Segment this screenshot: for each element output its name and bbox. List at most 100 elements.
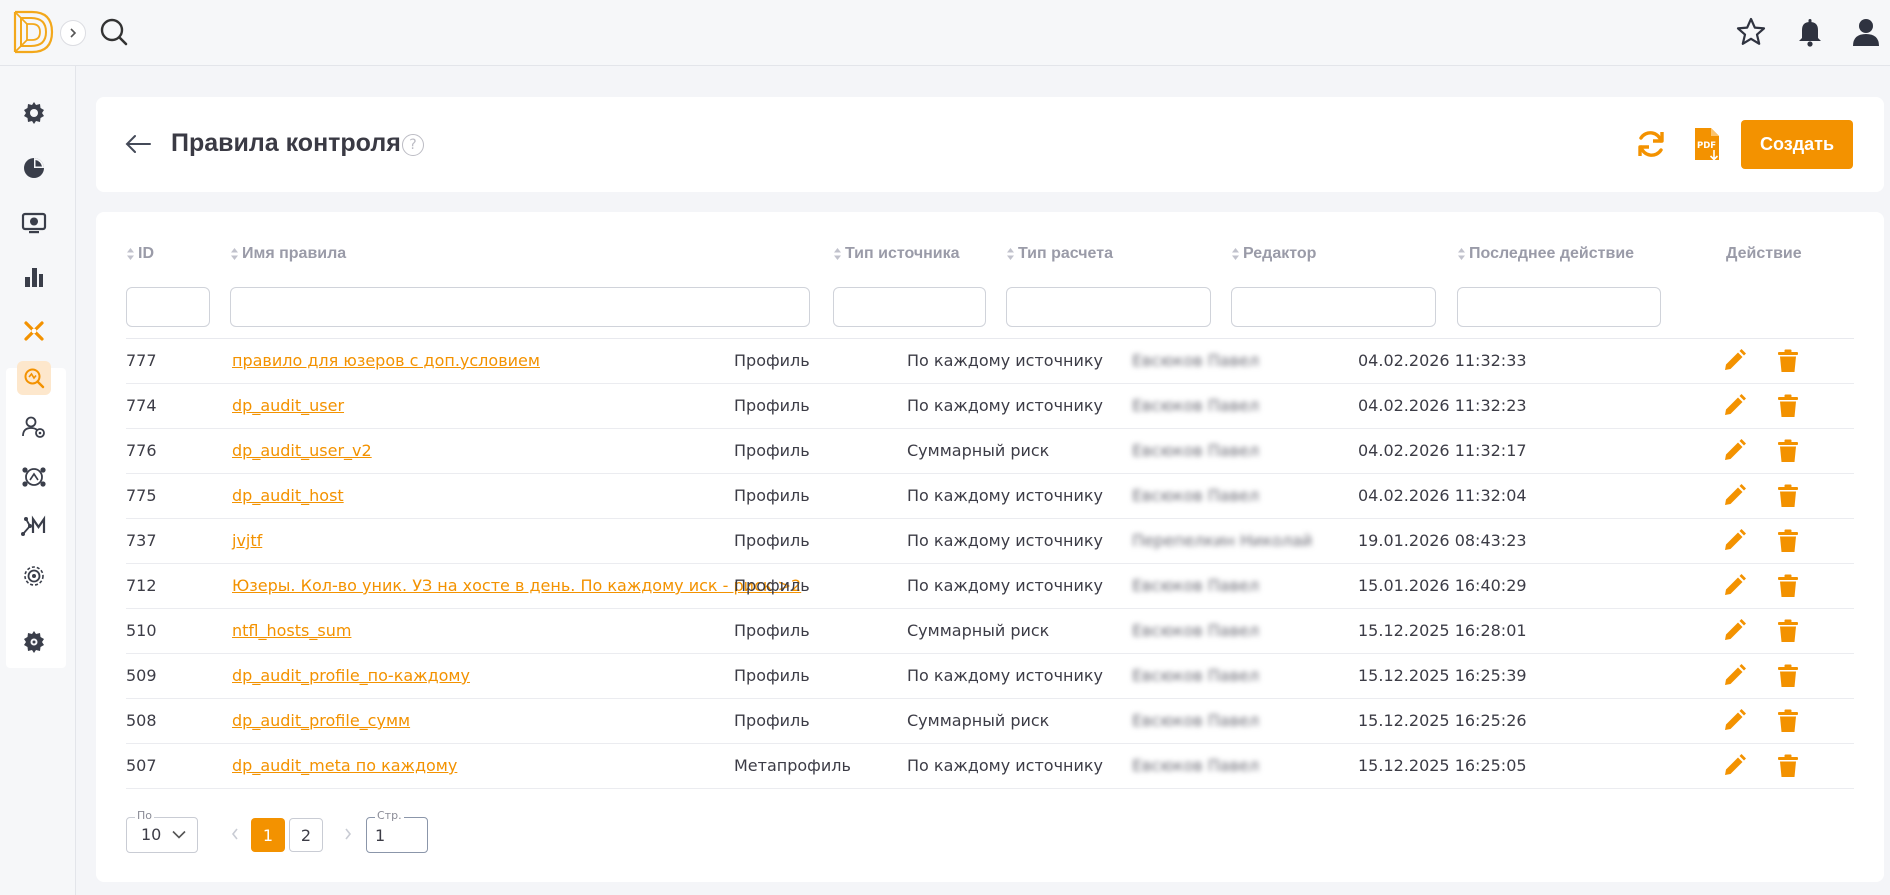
sidebar-toggle-button[interactable]: [60, 20, 86, 46]
sidebar-item-reports[interactable]: [17, 260, 51, 294]
sidebar-item-administration[interactable]: [17, 625, 51, 659]
search-button[interactable]: [98, 16, 130, 48]
user-menu-button[interactable]: [1850, 16, 1882, 48]
delete-button[interactable]: [1775, 528, 1801, 554]
rule-name-link[interactable]: dp_audit_user: [232, 396, 344, 415]
edit-button[interactable]: [1721, 393, 1747, 419]
rule-name-link[interactable]: dp_audit_profile_по-каждому: [232, 666, 470, 685]
notifications-button[interactable]: [1794, 16, 1826, 48]
sidebar-item-rules-section[interactable]: [17, 314, 51, 348]
cell-id: 776: [126, 441, 157, 460]
help-icon[interactable]: ?: [402, 134, 424, 156]
filter-name-input[interactable]: [230, 287, 810, 327]
trash-icon: [1778, 439, 1798, 462]
prev-page-button[interactable]: [230, 826, 240, 846]
cell-source-type: Профиль: [734, 396, 810, 415]
trash-icon: [1778, 664, 1798, 687]
cell-id: 774: [126, 396, 157, 415]
rule-name-link[interactable]: dp_audit_user_v2: [232, 441, 372, 460]
sidebar-item-control-rules[interactable]: [17, 361, 51, 395]
column-header-action: Действие: [1726, 245, 1802, 262]
page-2-button[interactable]: 2: [289, 818, 323, 852]
edit-button[interactable]: [1721, 438, 1747, 464]
edit-button[interactable]: [1721, 663, 1747, 689]
delete-button[interactable]: [1775, 438, 1801, 464]
cell-editor: Евсюков Павел: [1132, 756, 1260, 775]
sidebar-item-settings[interactable]: [17, 96, 51, 130]
filter-last-action-input[interactable]: [1457, 287, 1661, 327]
edit-button[interactable]: [1721, 753, 1747, 779]
page-1-button[interactable]: 1: [251, 818, 285, 852]
delete-button[interactable]: [1775, 753, 1801, 779]
cell-editor: Евсюков Павел: [1132, 711, 1260, 730]
table-row: 507 dp_audit_meta по каждому Метапрофиль По…: [126, 744, 1854, 789]
cell-id: 775: [126, 486, 157, 505]
refresh-button[interactable]: [1634, 127, 1668, 161]
delete-button[interactable]: [1775, 348, 1801, 374]
cell-calc-type: По каждому источнику: [907, 666, 1104, 685]
cell-last-action: 04.02.2026 11:32:23: [1358, 396, 1527, 415]
cell-last-action: 04.02.2026 11:32:17: [1358, 441, 1527, 460]
table-row: 777 правило для юзеров с доп.условием Проф…: [126, 339, 1854, 384]
filter-editor-input[interactable]: [1231, 287, 1436, 327]
sidebar-item-network[interactable]: [17, 460, 51, 494]
chevron-left-icon: [231, 828, 238, 840]
refresh-icon: [1638, 131, 1664, 157]
table-row: 510 ntfl_hosts_sum Профиль Суммарный риск Ев…: [126, 609, 1854, 654]
rule-name-link[interactable]: dp_audit_profile_сумм: [232, 711, 410, 730]
edit-button[interactable]: [1721, 708, 1747, 734]
delete-button[interactable]: [1775, 618, 1801, 644]
column-header-name[interactable]: Имя правила: [230, 245, 346, 263]
sort-icon: [231, 248, 238, 260]
back-button[interactable]: [124, 131, 152, 157]
column-header-source-type[interactable]: Тип источника: [833, 245, 960, 263]
page-title: Правила контроля: [171, 129, 401, 157]
rule-name-link[interactable]: dp_audit_host: [232, 486, 344, 505]
column-header-last-action[interactable]: Последнее действие: [1457, 245, 1634, 263]
pencil-icon: [1725, 574, 1746, 595]
rule-name-link[interactable]: dp_audit_meta по каждому: [232, 756, 457, 775]
cell-editor: Евсюков Павел: [1132, 441, 1260, 460]
next-page-button[interactable]: [343, 826, 353, 846]
favorites-button[interactable]: [1735, 16, 1767, 48]
edit-button[interactable]: [1721, 618, 1747, 644]
create-button[interactable]: Создать: [1741, 120, 1853, 169]
delete-button[interactable]: [1775, 708, 1801, 734]
column-header-editor[interactable]: Редактор: [1231, 245, 1316, 263]
sidebar-item-users[interactable]: [17, 410, 51, 444]
rule-name-link[interactable]: правило для юзеров с доп.условием: [232, 351, 540, 370]
goto-page-input[interactable]: [375, 823, 421, 847]
column-header-label: Тип расчета: [1018, 245, 1113, 262]
table-row: 509 dp_audit_profile_по-каждому Профиль По …: [126, 654, 1854, 699]
filter-calc-type-input[interactable]: [1006, 287, 1211, 327]
column-header-id[interactable]: ID: [126, 245, 154, 263]
delete-button[interactable]: [1775, 663, 1801, 689]
filter-source-type-input[interactable]: [833, 287, 986, 327]
sort-icon: [1458, 248, 1465, 260]
rule-name-link[interactable]: ntfl_hosts_sum: [232, 621, 351, 640]
edit-button[interactable]: [1721, 348, 1747, 374]
table-row: 774 dp_audit_user Профиль По каждому источн…: [126, 384, 1854, 429]
pencil-icon: [1725, 619, 1746, 640]
sidebar-item-dashboard[interactable]: [17, 151, 51, 185]
delete-button[interactable]: [1775, 483, 1801, 509]
delete-button[interactable]: [1775, 393, 1801, 419]
pencil-icon: [1725, 709, 1746, 730]
column-header-calc-type[interactable]: Тип расчета: [1006, 245, 1113, 263]
per-page-select[interactable]: По 10: [126, 809, 198, 853]
delete-button[interactable]: [1775, 573, 1801, 599]
monitor-icon: [21, 212, 47, 234]
goto-page-field[interactable]: Стр.: [366, 809, 428, 853]
sidebar-item-system[interactable]: [17, 559, 51, 593]
sidebar-item-models[interactable]: [17, 509, 51, 543]
logo-icon[interactable]: [12, 8, 58, 56]
edit-button[interactable]: [1721, 483, 1747, 509]
edit-button[interactable]: [1721, 573, 1747, 599]
rule-name-link[interactable]: Юзеры. Кол-во уник. УЗ на хосте в день. …: [232, 576, 801, 595]
edit-button[interactable]: [1721, 528, 1747, 554]
filter-id-input[interactable]: [126, 287, 210, 327]
rule-name-link[interactable]: jvjtf: [232, 531, 262, 550]
sidebar-item-monitoring[interactable]: [17, 206, 51, 240]
export-pdf-button[interactable]: PDF: [1692, 126, 1722, 162]
cell-id: 508: [126, 711, 157, 730]
